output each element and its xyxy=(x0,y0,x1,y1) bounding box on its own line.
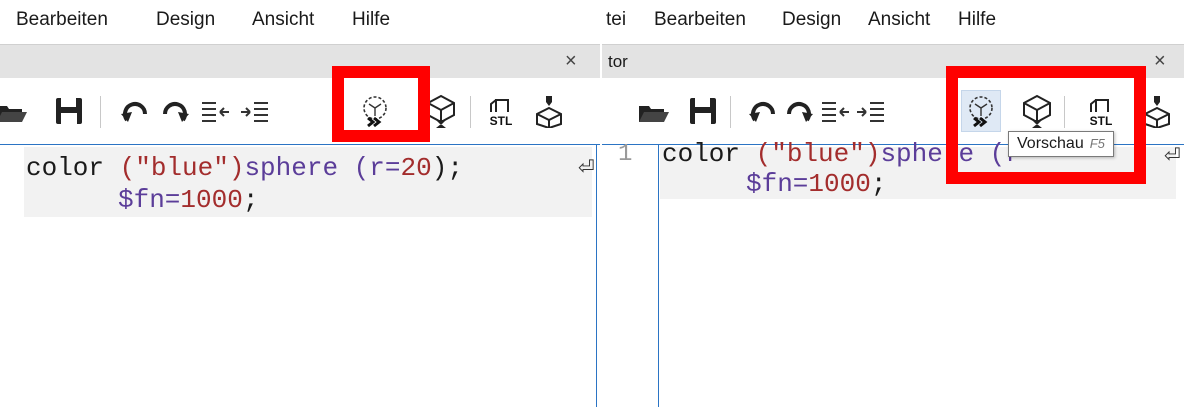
toolbar-separator xyxy=(730,96,731,128)
code-line-1-wrapped: $fn=1000; xyxy=(746,169,886,199)
export-stl-icon[interactable]: STL xyxy=(1084,94,1118,128)
menu-item-design[interactable]: Design xyxy=(156,9,215,31)
editor-title: tor xyxy=(608,52,628,71)
render-icon[interactable] xyxy=(424,94,458,128)
code-token: ; xyxy=(242,185,259,215)
code-token: ; xyxy=(870,169,887,199)
close-button[interactable]: × xyxy=(1154,50,1166,73)
open-folder-icon[interactable] xyxy=(636,94,670,128)
toolbar-separator xyxy=(470,96,471,128)
menu-item-ansicht[interactable]: Ansicht xyxy=(868,9,930,31)
code-line-1: color ("blue")sphere (r=20); xyxy=(26,153,463,183)
code-token: 1000 xyxy=(808,169,871,199)
left-window: Bearbeiten Design Ansicht Hilfe × STL co… xyxy=(0,0,600,407)
right-window: tei Bearbeiten Design Ansicht Hilfe tor … xyxy=(602,0,1184,407)
unindent-icon[interactable] xyxy=(238,94,272,128)
code-token: sphere xyxy=(244,153,339,183)
render-icon[interactable] xyxy=(1020,94,1054,128)
save-icon[interactable] xyxy=(52,94,86,128)
indent-icon[interactable] xyxy=(198,94,232,128)
menu-item-bearbeiten[interactable]: Bearbeiten xyxy=(16,9,108,31)
code-line-1: color ("blue")sphere (r= xyxy=(662,139,1036,169)
code-token: ); xyxy=(431,153,463,183)
svg-text:STL: STL xyxy=(1090,114,1113,128)
menu-item-hilfe[interactable]: Hilfe xyxy=(958,9,996,31)
menu-item-design[interactable]: Design xyxy=(782,9,841,31)
tooltip-label: Vorschau xyxy=(1017,135,1084,152)
redo-icon[interactable] xyxy=(158,94,192,128)
editor-titlebar: tor × xyxy=(602,44,1184,79)
code-token: ("blue") xyxy=(755,139,881,169)
code-line-1-wrapped: $fn=1000; xyxy=(118,185,258,215)
code-token: color xyxy=(26,153,120,183)
preview-icon[interactable] xyxy=(358,94,392,128)
toolbar: STL xyxy=(0,78,600,144)
export-3d-print-icon[interactable] xyxy=(1140,94,1174,128)
code-editor[interactable]: color ("blue")sphere (r=20); $fn=1000; ⏎ xyxy=(0,144,600,407)
code-token: 1000 xyxy=(180,185,243,215)
preview-tooltip: Vorschau F5 xyxy=(1008,131,1114,157)
undo-icon[interactable] xyxy=(746,94,780,128)
save-icon[interactable] xyxy=(686,94,720,128)
editor-titlebar: × xyxy=(0,44,600,79)
close-button[interactable]: × xyxy=(565,50,577,73)
code-token: sph xyxy=(880,139,928,169)
menu-item-datei[interactable]: tei xyxy=(606,9,626,31)
indent-icon[interactable] xyxy=(818,94,852,128)
code-editor[interactable]: 1 color ("blue")sphere (r= $fn=1000; ⏎ xyxy=(602,139,1184,407)
menu-item-bearbeiten[interactable]: Bearbeiten xyxy=(654,9,746,31)
export-3d-print-icon[interactable] xyxy=(532,94,566,128)
toolbar-separator xyxy=(100,96,101,128)
tooltip-shortcut: F5 xyxy=(1089,136,1105,151)
svg-text:STL: STL xyxy=(490,114,513,128)
unindent-icon[interactable] xyxy=(854,94,888,128)
redo-icon[interactable] xyxy=(782,94,816,128)
code-token: ("blue") xyxy=(119,153,245,183)
editor-border xyxy=(596,144,597,407)
code-token: $fn= xyxy=(746,169,809,199)
undo-icon[interactable] xyxy=(118,94,152,128)
wrap-indicator-icon: ⏎ xyxy=(1164,145,1181,167)
toolbar-separator xyxy=(1064,96,1065,128)
editor-border xyxy=(658,144,659,407)
code-token: $fn= xyxy=(118,185,181,215)
wrap-indicator-icon: ⏎ xyxy=(578,157,595,179)
menu-bar: Bearbeiten Design Ansicht Hilfe xyxy=(0,0,600,42)
code-token: (r= xyxy=(338,153,401,183)
code-token: color xyxy=(662,139,756,169)
menu-item-ansicht[interactable]: Ansicht xyxy=(252,9,314,31)
line-number: 1 xyxy=(618,141,633,168)
menu-bar: tei Bearbeiten Design Ansicht Hilfe xyxy=(602,0,1184,42)
open-folder-icon[interactable] xyxy=(0,94,28,128)
preview-icon[interactable] xyxy=(964,94,998,128)
menu-item-hilfe[interactable]: Hilfe xyxy=(352,9,390,31)
code-token: 20 xyxy=(400,153,432,183)
export-stl-icon[interactable]: STL xyxy=(484,94,518,128)
